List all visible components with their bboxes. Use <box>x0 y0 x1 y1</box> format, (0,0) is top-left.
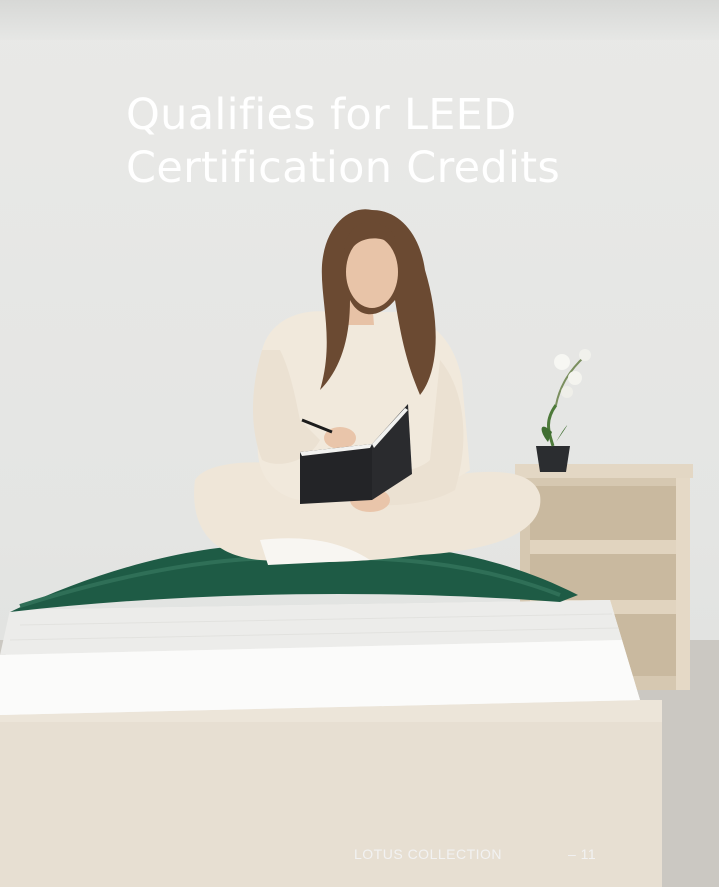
bed <box>0 600 662 887</box>
page-title: Qualifies for LEED Certification Credits <box>126 89 686 195</box>
orchid-plant <box>536 349 591 472</box>
brochure-page: Qualifies for LEED Certification Credits… <box>0 0 719 887</box>
title-line-1: Qualifies for LEED <box>126 89 517 140</box>
woman-figure <box>194 209 541 565</box>
title-line-2: Certification Credits <box>126 142 561 193</box>
page-number: – 11 <box>568 846 597 862</box>
collection-label: LOTUS COLLECTION <box>354 846 503 862</box>
